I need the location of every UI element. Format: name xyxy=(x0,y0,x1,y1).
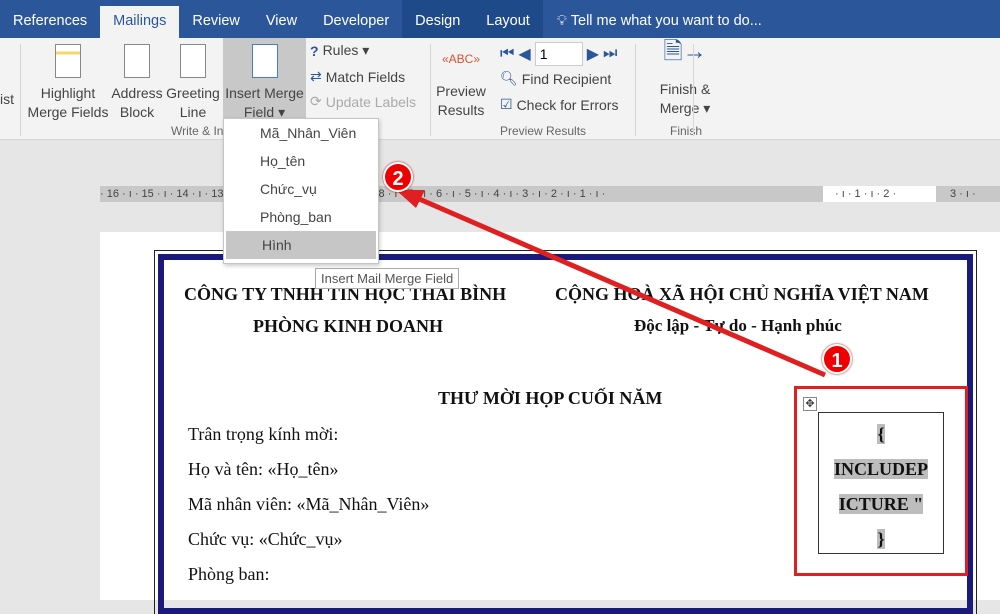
tooltip: Insert Mail Merge Field xyxy=(315,268,460,289)
step-badge-1: 1 xyxy=(822,344,852,374)
menu-item-ma-nhan-vien[interactable]: Mã_Nhân_Viên xyxy=(224,119,378,147)
menu-item-ho-ten[interactable]: Họ_tên xyxy=(224,147,378,175)
merge-field-dropdown: Mã_Nhân_Viên Họ_tên Chức_vụ Phòng_ban Hì… xyxy=(223,118,379,264)
annotation-arrow xyxy=(396,190,826,378)
menu-item-chuc-vu[interactable]: Chức_vụ xyxy=(224,175,378,203)
step-badge-2: 2 xyxy=(383,162,413,192)
menu-item-phong-ban[interactable]: Phòng_ban xyxy=(224,203,378,231)
menu-item-hinh[interactable]: Hình xyxy=(226,231,376,259)
